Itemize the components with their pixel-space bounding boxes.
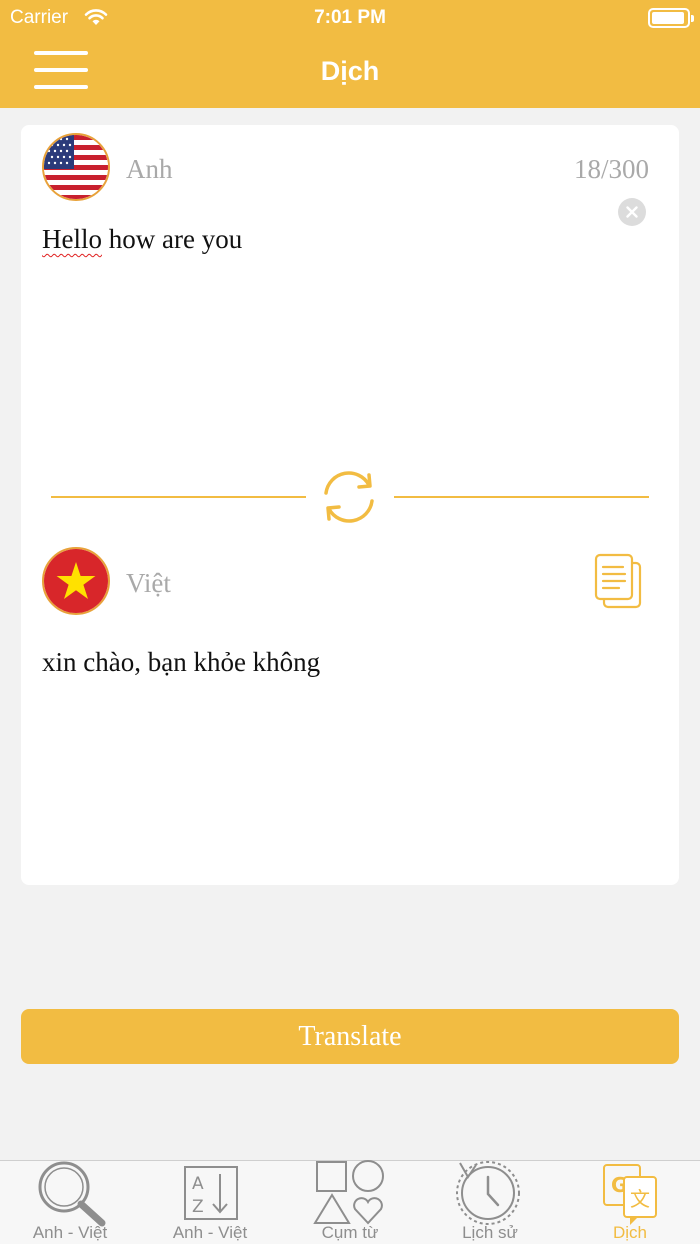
swap-languages-icon[interactable] bbox=[317, 465, 381, 529]
source-text-input[interactable]: Hello how are you bbox=[42, 224, 242, 255]
divider-left bbox=[51, 496, 306, 498]
clear-icon[interactable] bbox=[618, 198, 646, 226]
menu-line bbox=[34, 51, 88, 55]
history-icon bbox=[456, 1161, 520, 1225]
misspelled-word: Hello bbox=[42, 224, 102, 254]
shapes-icon bbox=[313, 1160, 384, 1225]
translate-button[interactable]: Translate bbox=[21, 1009, 679, 1064]
tab-phrases[interactable]: Cụm từ bbox=[280, 1160, 420, 1244]
page-title: Dịch bbox=[320, 56, 380, 86]
svg-text:Z: Z bbox=[192, 1197, 204, 1217]
search-icon bbox=[38, 1161, 106, 1227]
tab-label: Dịch bbox=[612, 1223, 647, 1242]
character-counter: 18/300 bbox=[573, 154, 649, 184]
tab-dictionary-alphabet[interactable]: A Z Anh - Việt bbox=[140, 1161, 280, 1244]
svg-text:A: A bbox=[192, 1174, 204, 1194]
battery-icon bbox=[648, 8, 694, 28]
translate-icon: G 文 bbox=[603, 1164, 657, 1225]
us-flag-icon[interactable] bbox=[42, 133, 110, 201]
vietnam-flag-icon[interactable] bbox=[42, 547, 110, 615]
tab-label: Lịch sử bbox=[462, 1223, 518, 1242]
tab-dictionary-search[interactable]: Anh - Việt bbox=[0, 1161, 140, 1244]
tab-history[interactable]: Lịch sử bbox=[420, 1161, 560, 1244]
svg-text:文: 文 bbox=[630, 1187, 650, 1211]
translation-card: Anh 18/300 Hello how are you Việt xin ch… bbox=[21, 125, 679, 885]
copy-icon[interactable] bbox=[593, 552, 645, 612]
tab-translate[interactable]: G 文 Dịch bbox=[560, 1161, 700, 1244]
tab-label: Anh - Việt bbox=[172, 1223, 248, 1242]
tab-bar: Anh - Việt A Z Anh - Việt Cụm từ Lịch sử bbox=[0, 1160, 700, 1244]
divider-right bbox=[394, 496, 649, 498]
alphabet-sort-icon: A Z bbox=[184, 1166, 238, 1220]
translated-text: xin chào, bạn khỏe không bbox=[42, 647, 321, 677]
status-bar: Carrier 7:01 PM bbox=[0, 0, 700, 36]
tab-label: Anh - Việt bbox=[32, 1223, 108, 1242]
top-bar: Carrier 7:01 PM Dịch bbox=[0, 0, 700, 108]
target-language-label[interactable]: Việt bbox=[126, 568, 171, 599]
source-text-rest: how are you bbox=[102, 224, 243, 254]
tab-label: Cụm từ bbox=[321, 1223, 379, 1242]
status-time: 7:01 PM bbox=[314, 7, 386, 28]
source-language-label[interactable]: Anh bbox=[126, 154, 173, 185]
